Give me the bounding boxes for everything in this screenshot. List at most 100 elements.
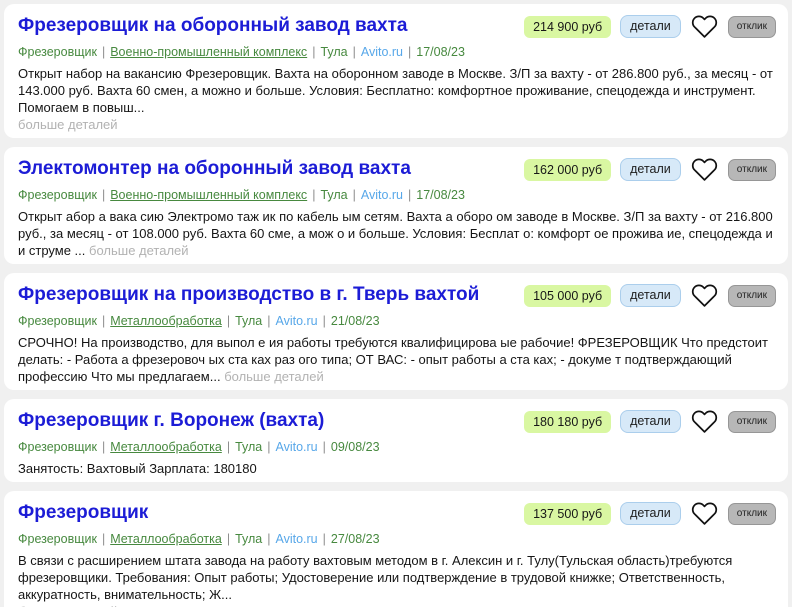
details-button[interactable]: детали <box>620 158 681 181</box>
job-title-link[interactable]: Фрезеровщик на оборонный завод вахта <box>18 12 407 36</box>
job-title-link[interactable]: Фрезеровщик г. Воронеж (вахта) <box>18 407 324 431</box>
breadcrumb-source-link[interactable]: Avito.ru <box>361 45 403 59</box>
breadcrumb-industry-link[interactable]: Металлообработка <box>110 532 222 546</box>
breadcrumb-industry-link[interactable]: Металлообработка <box>110 314 222 328</box>
breadcrumb-source-link[interactable]: Avito.ru <box>361 188 403 202</box>
salary-badge: 162 000 руб <box>524 159 611 181</box>
favorite-heart-icon[interactable] <box>691 13 718 40</box>
details-button[interactable]: детали <box>620 15 681 38</box>
card-controls: 180 180 руб детали отклик <box>524 408 776 435</box>
breadcrumb-date: 09/08/23 <box>331 440 380 454</box>
salary-badge: 180 180 руб <box>524 411 611 433</box>
job-card: Фрезеровщик г. Воронеж (вахта) 180 180 р… <box>4 399 788 482</box>
breadcrumb: Фрезеровщик | Металлообработка | Тула | Avito.… <box>18 531 776 547</box>
job-description-text: В связи с расширением штата завода на ра… <box>18 553 732 602</box>
favorite-heart-icon[interactable] <box>691 500 718 527</box>
breadcrumb-separator: | <box>353 188 356 202</box>
favorite-heart-icon[interactable] <box>691 282 718 309</box>
card-header: Фрезеровщик на производство в г. Тверь в… <box>18 281 776 309</box>
card-controls: 137 500 руб детали отклик <box>524 500 776 527</box>
respond-button[interactable]: отклик <box>728 285 776 307</box>
job-title-link[interactable]: Электомонтер на оборонный завод вахта <box>18 155 411 179</box>
more-details-link[interactable]: больше деталей <box>89 243 189 258</box>
breadcrumb-separator: | <box>102 314 105 328</box>
breadcrumb-tag: Фрезеровщик <box>18 188 97 202</box>
card-controls: 214 900 руб детали отклик <box>524 13 776 40</box>
breadcrumb-separator: | <box>353 45 356 59</box>
job-description-text: СРОЧНО! На производство, для выпол е ия … <box>18 335 768 384</box>
breadcrumb-city: Тула <box>320 45 347 59</box>
breadcrumb-tag: Фрезеровщик <box>18 45 97 59</box>
breadcrumb-separator: | <box>323 532 326 546</box>
breadcrumb-separator: | <box>312 45 315 59</box>
breadcrumb-city: Тула <box>235 314 262 328</box>
favorite-heart-icon[interactable] <box>691 156 718 183</box>
breadcrumb-tag: Фрезеровщик <box>18 440 97 454</box>
breadcrumb: Фрезеровщик | Металлообработка | Тула | Avito.… <box>18 313 776 329</box>
breadcrumb-city: Тула <box>235 440 262 454</box>
details-button[interactable]: детали <box>620 410 681 433</box>
breadcrumb-separator: | <box>227 314 230 328</box>
respond-button[interactable]: отклик <box>728 159 776 181</box>
breadcrumb-source-link[interactable]: Avito.ru <box>275 440 317 454</box>
job-card: Фрезеровщик на оборонный завод вахта 214… <box>4 4 788 138</box>
details-button[interactable]: детали <box>620 502 681 525</box>
breadcrumb-industry-link[interactable]: Металлообработка <box>110 440 222 454</box>
more-details-link[interactable]: больше деталей <box>18 116 776 133</box>
breadcrumb-separator: | <box>408 45 411 59</box>
details-button[interactable]: детали <box>620 284 681 307</box>
breadcrumb-separator: | <box>267 314 270 328</box>
card-header: Фрезеровщик г. Воронеж (вахта) 180 180 р… <box>18 407 776 435</box>
salary-badge: 137 500 руб <box>524 503 611 525</box>
more-details-link[interactable]: больше деталей <box>224 369 324 384</box>
salary-badge: 214 900 руб <box>524 16 611 38</box>
breadcrumb-separator: | <box>102 440 105 454</box>
breadcrumb-tag: Фрезеровщик <box>18 532 97 546</box>
breadcrumb-separator: | <box>312 188 315 202</box>
card-header: Фрезеровщик на оборонный завод вахта 214… <box>18 12 776 40</box>
job-title-link[interactable]: Фрезеровщик <box>18 499 148 523</box>
breadcrumb-tag: Фрезеровщик <box>18 314 97 328</box>
breadcrumb-city: Тула <box>235 532 262 546</box>
breadcrumb-separator: | <box>102 532 105 546</box>
breadcrumb-date: 27/08/23 <box>331 532 380 546</box>
breadcrumb-separator: | <box>267 532 270 546</box>
breadcrumb-industry-link[interactable]: Военно-промышленный комплекс <box>110 188 307 202</box>
breadcrumb-date: 17/08/23 <box>416 45 465 59</box>
breadcrumb-separator: | <box>267 440 270 454</box>
breadcrumb: Фрезеровщик | Металлообработка | Тула | Avito.… <box>18 439 776 455</box>
breadcrumb-separator: | <box>102 188 105 202</box>
breadcrumb-date: 21/08/23 <box>331 314 380 328</box>
breadcrumb: Фрезеровщик | Военно-промышленный комплекс… <box>18 187 776 203</box>
breadcrumb-date: 17/08/23 <box>416 188 465 202</box>
salary-badge: 105 000 руб <box>524 285 611 307</box>
job-title-link[interactable]: Фрезеровщик на производство в г. Тверь в… <box>18 281 479 305</box>
job-description: Занятость: Вахтовый Зарплата: 180180 <box>18 460 776 477</box>
breadcrumb-source-link[interactable]: Avito.ru <box>275 314 317 328</box>
job-card: Фрезеровщик 137 500 руб детали отклик Фр… <box>4 491 788 607</box>
job-description-text: Открыт набор на вакансию Фрезеровщик. Ва… <box>18 66 773 115</box>
breadcrumb-separator: | <box>227 440 230 454</box>
breadcrumb-industry-link[interactable]: Военно-промышленный комплекс <box>110 45 307 59</box>
respond-button[interactable]: отклик <box>728 16 776 38</box>
breadcrumb-separator: | <box>227 532 230 546</box>
breadcrumb-separator: | <box>408 188 411 202</box>
favorite-heart-icon[interactable] <box>691 408 718 435</box>
more-details-link[interactable]: больше деталей <box>18 603 776 607</box>
job-description: Открыт набор на вакансию Фрезеровщик. Ва… <box>18 65 776 133</box>
breadcrumb-separator: | <box>323 440 326 454</box>
job-description-text: Занятость: Вахтовый Зарплата: 180180 <box>18 461 257 476</box>
card-header: Электомонтер на оборонный завод вахта 16… <box>18 155 776 183</box>
job-description: СРОЧНО! На производство, для выпол е ия … <box>18 334 776 385</box>
breadcrumb-separator: | <box>323 314 326 328</box>
breadcrumb-separator: | <box>102 45 105 59</box>
card-header: Фрезеровщик 137 500 руб детали отклик <box>18 499 776 527</box>
job-card: Фрезеровщик на производство в г. Тверь в… <box>4 273 788 390</box>
breadcrumb-city: Тула <box>320 188 347 202</box>
respond-button[interactable]: отклик <box>728 503 776 525</box>
respond-button[interactable]: отклик <box>728 411 776 433</box>
job-description: Открыт абор а вака сию Электромо таж ик … <box>18 208 776 259</box>
breadcrumb-source-link[interactable]: Avito.ru <box>275 532 317 546</box>
card-controls: 162 000 руб детали отклик <box>524 156 776 183</box>
job-description: В связи с расширением штата завода на ра… <box>18 552 776 607</box>
